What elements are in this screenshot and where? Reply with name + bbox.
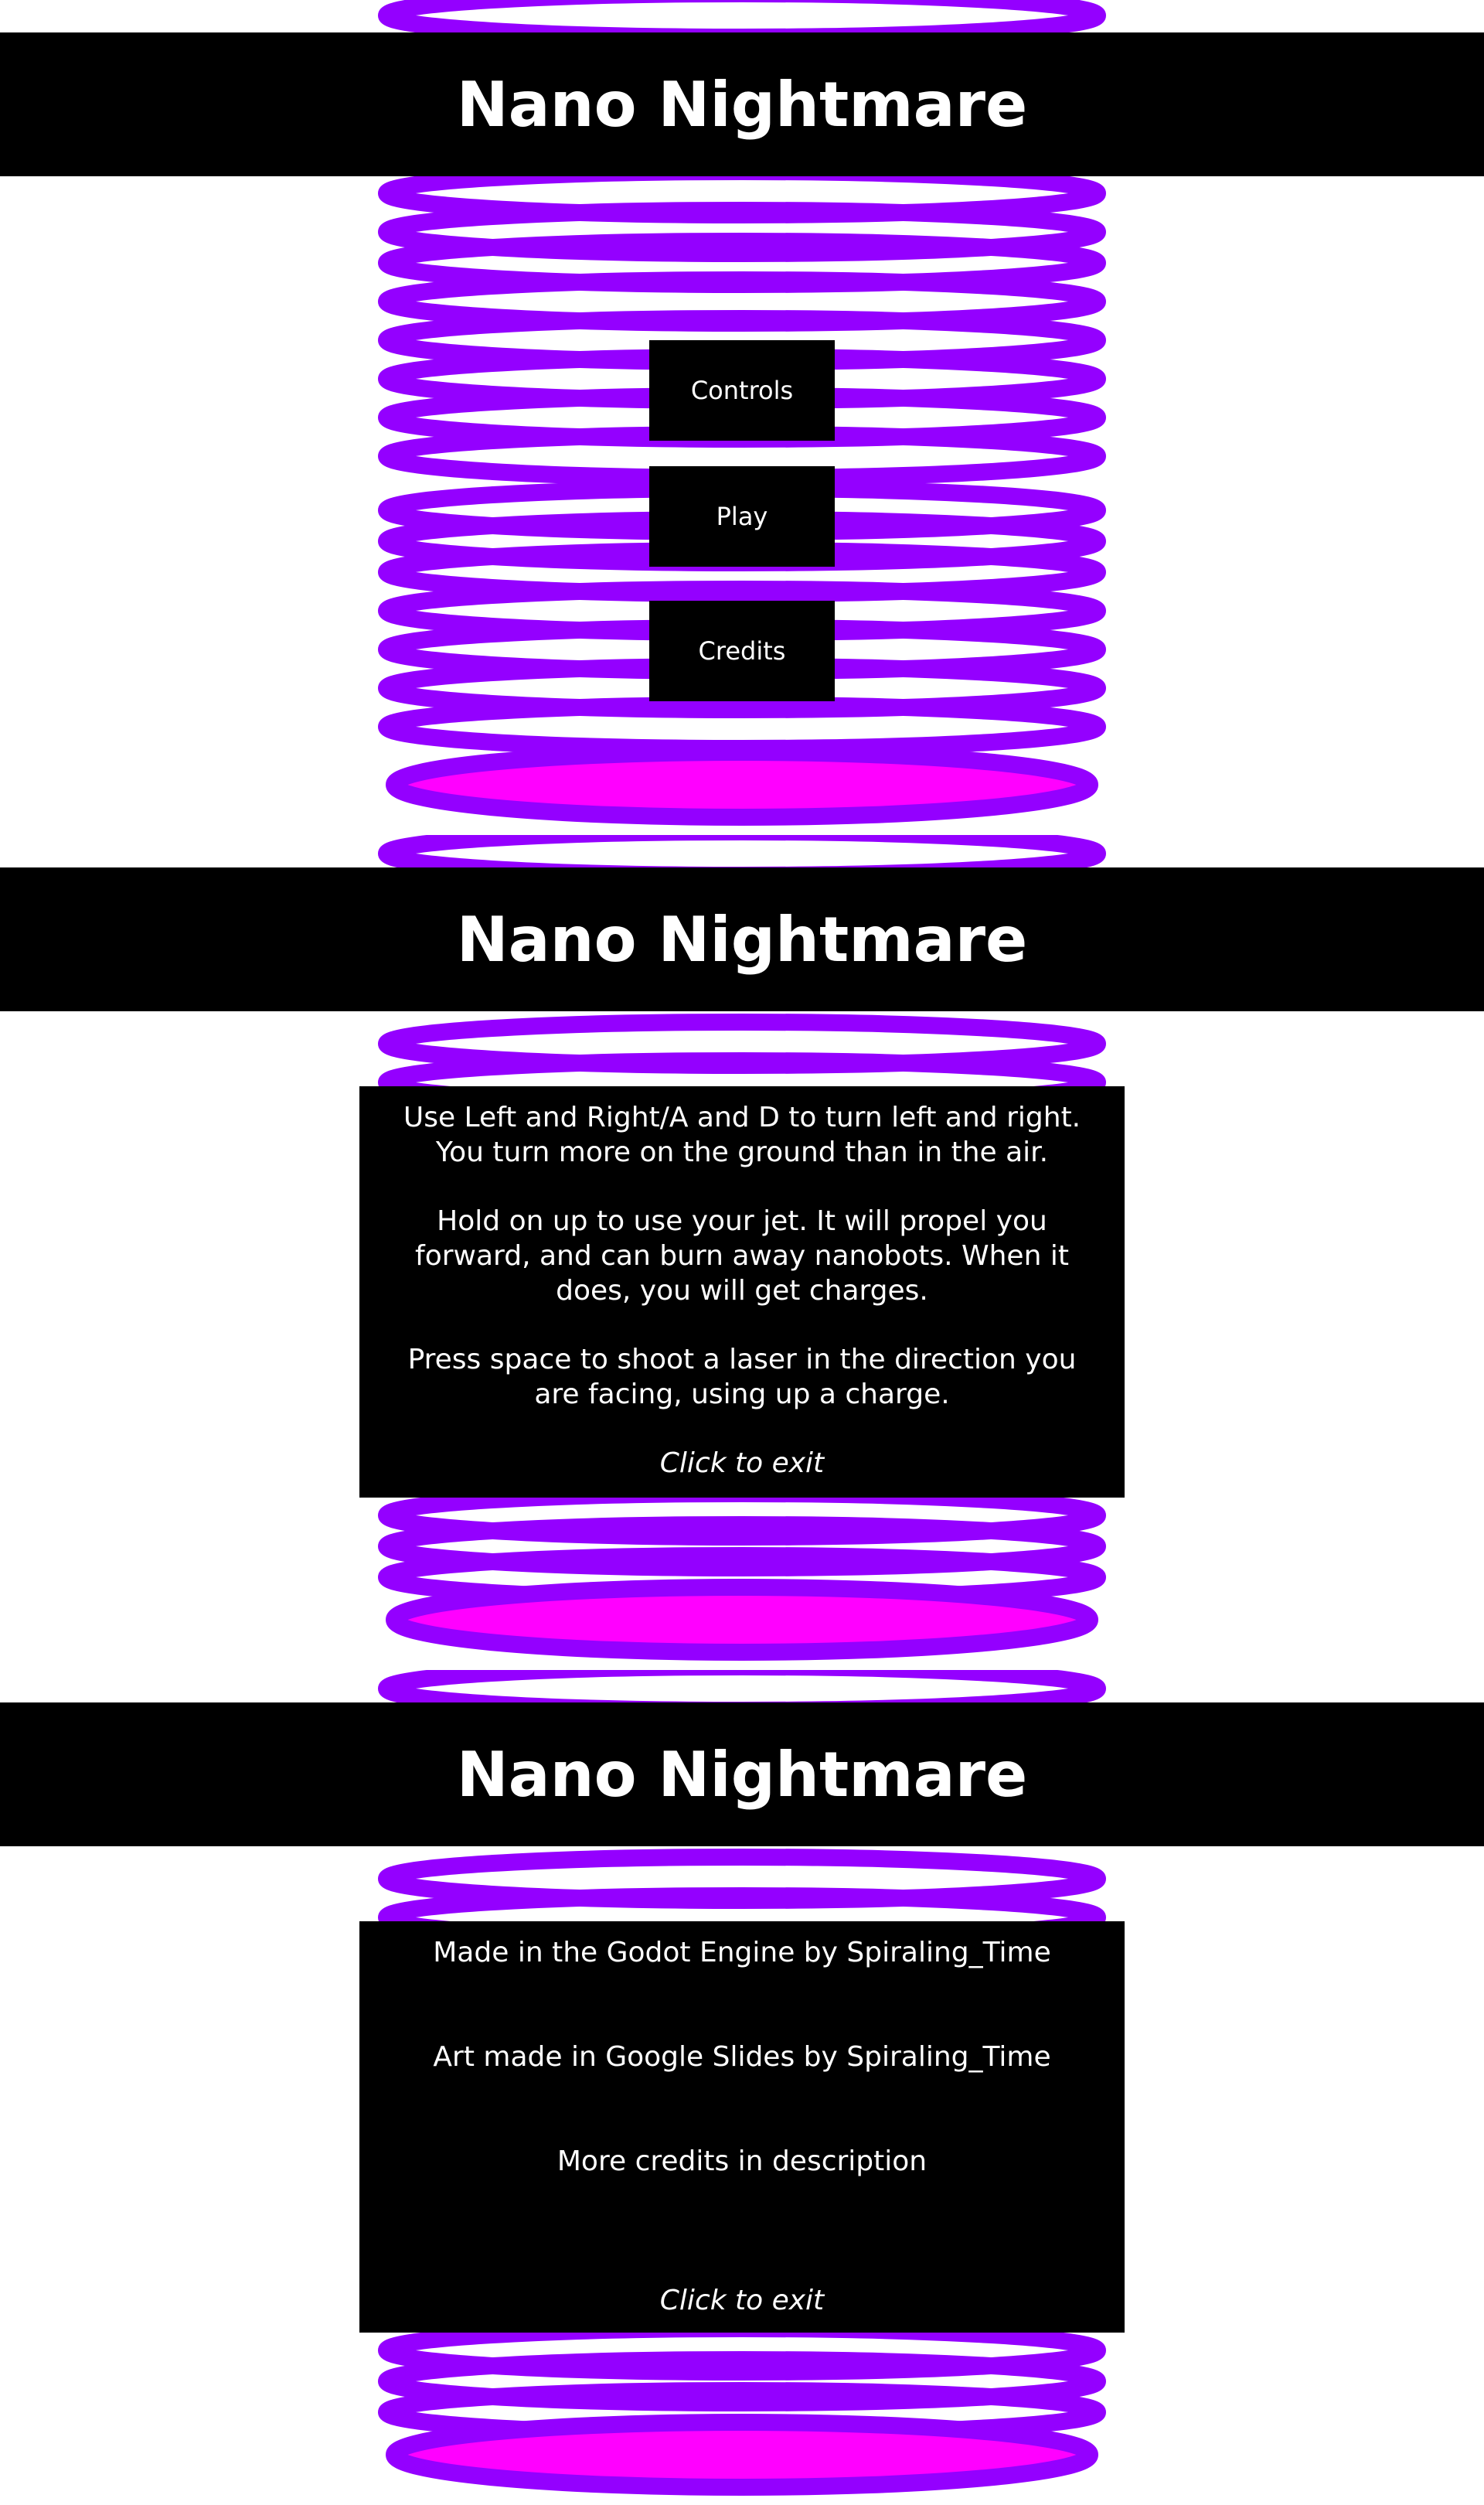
controls-text-laser: Press space to shoot a laser in the dire…: [407, 1344, 1077, 1410]
coil-ring: [378, 697, 1106, 757]
play-button[interactable]: Play: [649, 466, 835, 567]
coil-base-glow: [386, 744, 1098, 826]
credits-screen: Nano Nightmare Made in the Godot Engine …: [0, 1670, 1484, 2505]
click-to-exit-label[interactable]: Click to exit: [359, 2283, 1125, 2318]
main-menu-screen: Nano Nightmare Controls Play Credits: [0, 0, 1484, 835]
title-bar: Nano Nightmare: [0, 32, 1484, 176]
credits-panel[interactable]: Made in the Godot Engine by Spiraling_Ti…: [359, 1921, 1125, 2333]
controls-text-turning: Use Left and Right/A and D to turn left …: [403, 1102, 1081, 1168]
controls-text-jet: Hold on up to use your jet. It will prop…: [415, 1205, 1069, 1307]
credit-line-engine: Made in the Godot Engine by Spiraling_Ti…: [433, 1937, 1051, 1968]
game-title: Nano Nightmare: [456, 903, 1028, 976]
credit-line-more: More credits in description: [556, 2145, 928, 2177]
game-title: Nano Nightmare: [456, 1738, 1028, 1811]
controls-button[interactable]: Controls: [649, 340, 835, 441]
coil-base-glow: [386, 2414, 1098, 2496]
game-title: Nano Nightmare: [456, 68, 1028, 141]
title-bar: Nano Nightmare: [0, 1702, 1484, 1846]
title-bar: Nano Nightmare: [0, 867, 1484, 1011]
credit-line-art: Art made in Google Slides by Spiraling_T…: [433, 2041, 1051, 2073]
click-to-exit-label[interactable]: Click to exit: [383, 1446, 1101, 1481]
coil-base-glow: [386, 1579, 1098, 1661]
coil-ring: [378, 0, 1106, 46]
credits-button[interactable]: Credits: [649, 601, 835, 701]
controls-screen: Nano Nightmare Use Left and Right/A and …: [0, 835, 1484, 1670]
controls-panel[interactable]: Use Left and Right/A and D to turn left …: [359, 1086, 1125, 1498]
